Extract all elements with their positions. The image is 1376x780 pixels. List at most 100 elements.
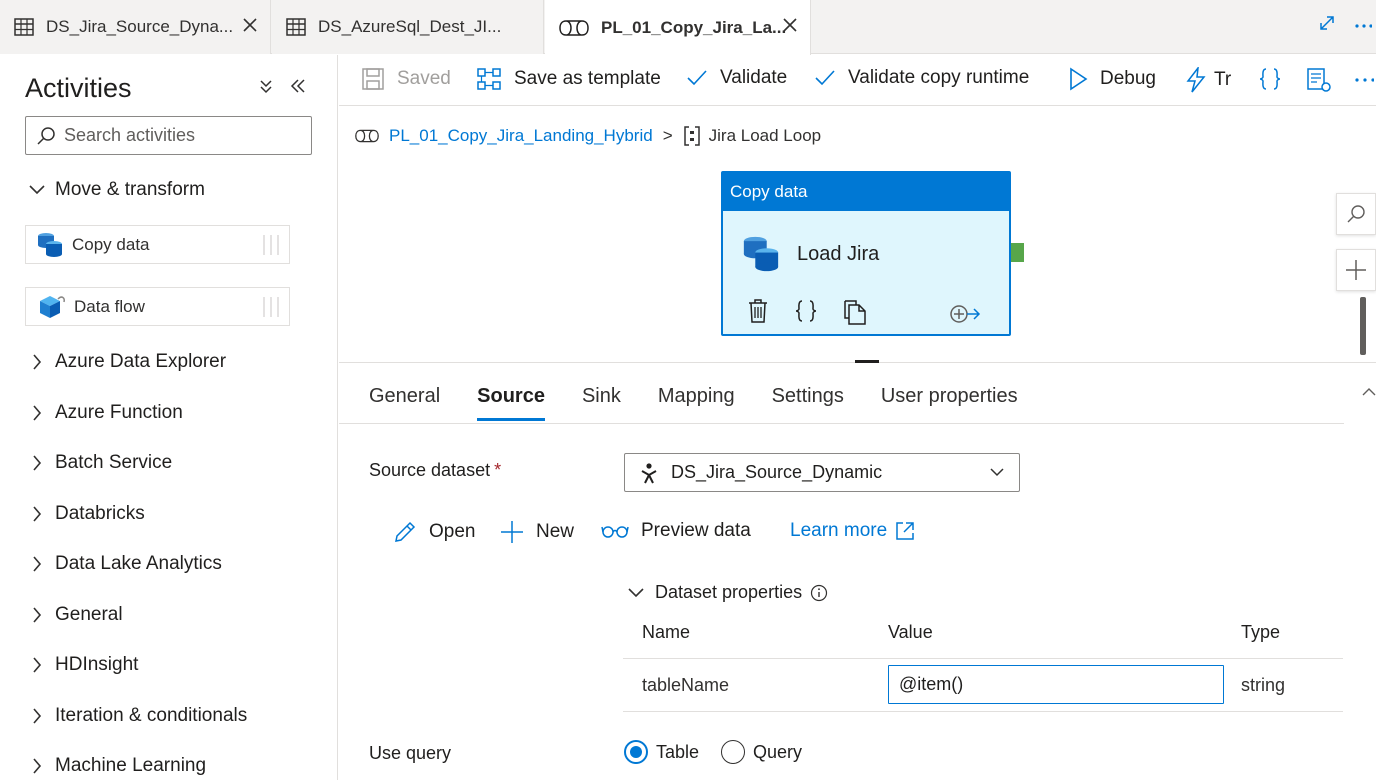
group-label: General [55,604,123,625]
group-move-transform[interactable]: Move & transform [28,179,205,201]
breadcrumb: PL_01_Copy_Jira_Landing_Hybrid > Jira Lo… [355,125,821,147]
tab-ds-azuresql-dest[interactable]: DS_AzureSql_Dest_JI... [272,0,544,54]
expand-icon[interactable] [1318,14,1336,32]
code-button[interactable] [1258,67,1282,91]
group-machine-learning[interactable]: Machine Learning [28,755,206,777]
group-iteration-conditionals[interactable]: Iteration & conditionals [28,705,247,727]
radio-table-label: Table [656,741,700,762]
tab-pl-01-copy-jira[interactable]: PL_01_Copy_Jira_La... [545,0,811,55]
pencil-icon [393,520,417,544]
validate-button[interactable]: Validate [686,67,787,89]
grid-header-divider [623,658,1343,659]
group-general[interactable]: General [28,604,123,626]
column-header-value: Value [888,622,933,642]
tab-label: DS_AzureSql_Dest_JI... [318,17,502,36]
properties-button[interactable] [1306,67,1332,93]
chevron-down-icon [28,184,46,196]
property-value-input[interactable] [888,665,1224,704]
radio-button-selected[interactable] [624,740,648,764]
group-label: HDInsight [55,654,139,675]
trigger-label: Tr [1214,69,1232,90]
add-output-icon[interactable] [949,304,981,324]
tab-general[interactable]: General [369,385,440,421]
collapse-panel-icon[interactable] [289,77,307,95]
validate-copy-runtime-button[interactable]: Validate copy runtime [814,67,1029,89]
success-output-port[interactable] [1011,243,1024,262]
delete-icon[interactable] [747,299,769,325]
learn-more-link[interactable]: Learn more [790,520,915,542]
chevron-right-icon [28,757,46,775]
chevron-right-icon [28,505,46,523]
group-label: Iteration & conditionals [55,705,248,726]
pipeline-canvas[interactable]: PL_01_Copy_Jira_Landing_Hybrid > Jira Lo… [339,107,1376,362]
chevron-right-icon [28,353,46,371]
tab-source[interactable]: Source [477,385,545,421]
drag-handle-icon[interactable] [261,234,281,256]
tab-settings[interactable]: Settings [772,385,844,421]
chevron-right-icon [28,555,46,573]
group-hdinsight[interactable]: HDInsight [28,654,138,676]
dataset-properties-toggle[interactable]: Dataset properties [627,582,828,603]
tab-ds-jira-source[interactable]: DS_Jira_Source_Dyna... [0,0,271,54]
source-dataset-dropdown[interactable]: DS_Jira_Source_Dynamic [624,453,1020,492]
chevron-right-icon [28,454,46,472]
group-label: Machine Learning [55,755,207,776]
activity-data-flow[interactable]: Data flow [25,287,290,326]
drag-handle-icon[interactable] [261,296,281,318]
save-as-template-button[interactable]: Save as template [476,67,661,91]
chevron-right-icon [28,404,46,422]
code-braces-icon[interactable] [793,299,819,325]
lightning-icon [1184,67,1208,93]
group-azure-data-explorer[interactable]: Azure Data Explorer [28,351,226,373]
open-button[interactable]: Open [393,520,475,544]
preview-data-button[interactable]: Preview data [601,520,751,542]
close-icon[interactable] [782,17,798,33]
new-button[interactable]: New [500,520,574,544]
activity-copy-data[interactable]: Copy data [25,225,290,264]
group-azure-function[interactable]: Azure Function [28,402,183,424]
breadcrumb-pipeline-link[interactable]: PL_01_Copy_Jira_Landing_Hybrid [389,126,653,146]
collapse-all-icon[interactable] [257,77,275,95]
play-icon [1068,67,1088,91]
dataset-properties-title: Dataset properties [655,582,803,602]
validate-label: Validate [720,67,788,88]
tabs-divider [339,423,1344,424]
tab-label: PL_01_Copy_Jira_La... [601,17,787,37]
more-icon[interactable] [1354,14,1372,32]
trigger-button[interactable]: Tr [1184,67,1231,93]
properties-panel: General Source Sink Mapping Settings Use… [339,363,1376,780]
new-label: New [536,521,575,542]
tab-mapping[interactable]: Mapping [658,385,735,421]
search-activities-box[interactable] [25,116,312,155]
group-data-lake-analytics[interactable]: Data Lake Analytics [28,553,222,575]
canvas-search-button[interactable] [1336,193,1376,235]
chevron-up-icon[interactable] [1362,387,1376,397]
zoom-in-button[interactable] [1336,249,1376,291]
close-icon[interactable] [242,17,258,33]
source-dataset-value: DS_Jira_Source_Dynamic [671,462,883,482]
debug-button[interactable]: Debug [1068,67,1156,91]
activity-node-load-jira[interactable]: Copy data Load Jira [721,171,1011,336]
more-toolbar-button[interactable] [1354,77,1374,83]
tab-sink[interactable]: Sink [582,385,621,421]
required-mark: * [494,460,502,480]
sidebar-title: Activities [25,73,132,103]
canvas-scrollbar[interactable] [1360,297,1366,355]
info-icon[interactable] [810,584,828,602]
table-icon [14,18,34,36]
group-databricks[interactable]: Databricks [28,503,145,525]
radio-table[interactable]: Table [624,740,699,764]
radio-query-label: Query [753,741,803,762]
sidebar-tools [257,77,307,95]
clone-icon[interactable] [843,299,867,325]
group-batch-service[interactable]: Batch Service [28,452,172,474]
search-input[interactable] [64,125,304,146]
save-icon [361,67,385,91]
code-braces-icon [1258,67,1282,91]
grid-row-divider [623,711,1343,712]
radio-button[interactable] [721,740,745,764]
saved-button[interactable]: Saved [361,67,451,91]
chevron-down-icon [627,587,645,599]
tab-user-properties[interactable]: User properties [881,385,1018,421]
radio-query[interactable]: Query [721,740,802,764]
